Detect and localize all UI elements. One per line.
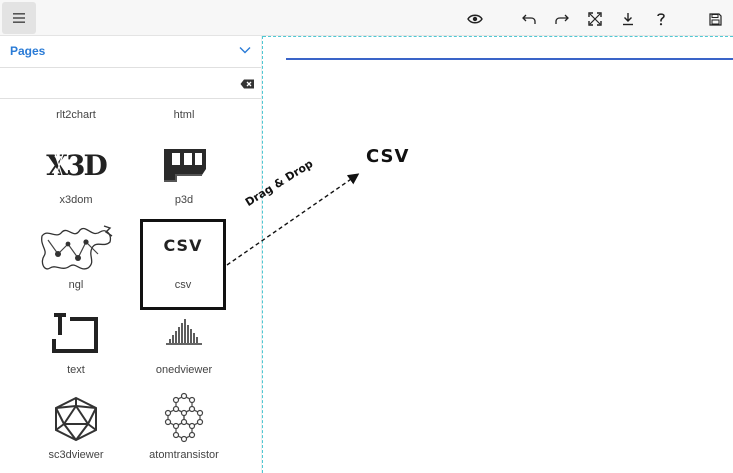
canvas-guide-horizontal	[263, 36, 733, 37]
tile-label-atomtransistor[interactable]: atomtransistor	[142, 449, 226, 461]
save-icon	[708, 12, 722, 26]
menu-button[interactable]	[2, 2, 36, 34]
tile-label-text[interactable]: text	[34, 364, 118, 376]
chevron-down-icon[interactable]	[239, 46, 251, 54]
tile-label-sc3dviewer[interactable]: sc3dviewer	[34, 449, 118, 461]
redo-icon	[555, 14, 569, 24]
page-canvas[interactable]	[263, 36, 733, 473]
canvas-guide-vertical	[262, 36, 263, 473]
canvas-header-rule	[286, 58, 733, 60]
help-icon	[657, 13, 665, 26]
top-toolbar	[0, 0, 733, 36]
undo-button[interactable]	[516, 6, 542, 32]
download-icon	[623, 13, 633, 26]
tile-label-ngl[interactable]: ngl	[34, 279, 118, 291]
undo-icon	[522, 14, 536, 24]
tile-label-csv: csv	[174, 279, 192, 291]
redo-button[interactable]	[549, 6, 575, 32]
download-button[interactable]	[615, 6, 641, 32]
dropped-csv-widget[interactable]: CSV	[366, 146, 409, 167]
pages-search-input[interactable]	[4, 73, 236, 95]
pages-panel: Pages rlt2chart html X3D x3dom p3d ngl C…	[0, 36, 262, 473]
tile-label-onedviewer[interactable]: onedviewer	[142, 364, 226, 376]
help-button[interactable]	[648, 6, 674, 32]
fullscreen-button[interactable]	[582, 6, 608, 32]
tile-csv[interactable]: CSV csv	[140, 219, 226, 310]
clear-search-icon[interactable]	[240, 79, 255, 89]
pages-title: Pages	[10, 44, 46, 58]
preview-button[interactable]	[462, 6, 488, 32]
pages-search-row	[0, 69, 261, 99]
tile-label-x3dom[interactable]: x3dom	[34, 194, 118, 206]
eye-icon	[467, 14, 483, 24]
save-button[interactable]	[702, 6, 728, 32]
csv-tile-text: CSV	[163, 236, 203, 255]
menu-icon	[13, 13, 25, 23]
tile-label-p3d[interactable]: p3d	[142, 194, 226, 206]
fullscreen-icon	[588, 12, 602, 26]
tile-label-rlt2chart[interactable]: rlt2chart	[34, 109, 118, 121]
pages-header[interactable]: Pages	[0, 36, 261, 68]
tile-label-html[interactable]: html	[142, 109, 226, 121]
